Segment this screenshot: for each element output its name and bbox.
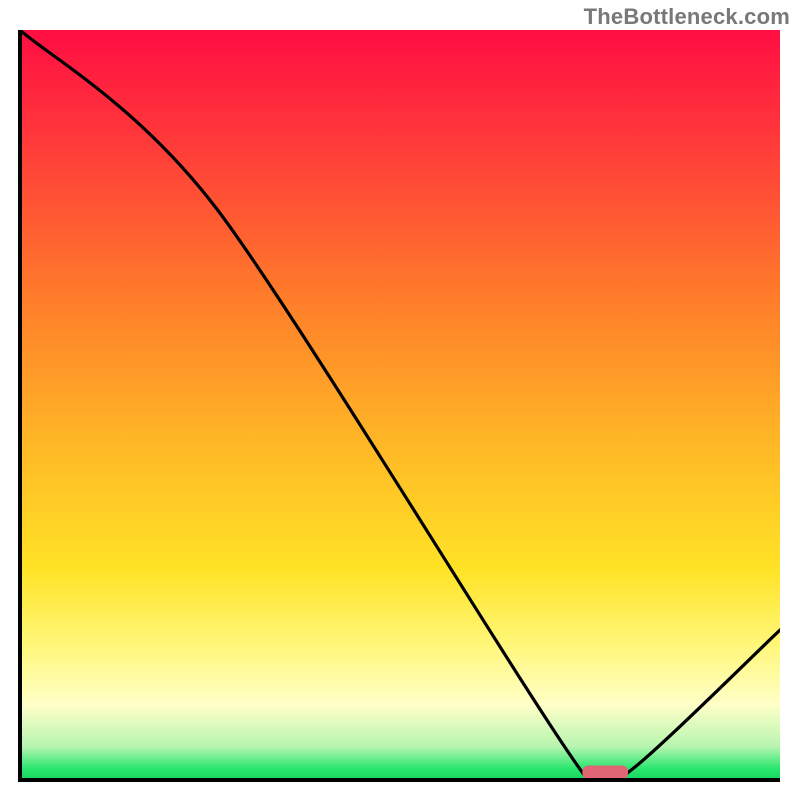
chart-container: TheBottleneck.com (0, 0, 800, 800)
gradient-background (20, 30, 780, 780)
current-position-marker (582, 766, 628, 780)
watermark-text: TheBottleneck.com (584, 4, 790, 30)
bottleneck-chart (0, 0, 800, 800)
